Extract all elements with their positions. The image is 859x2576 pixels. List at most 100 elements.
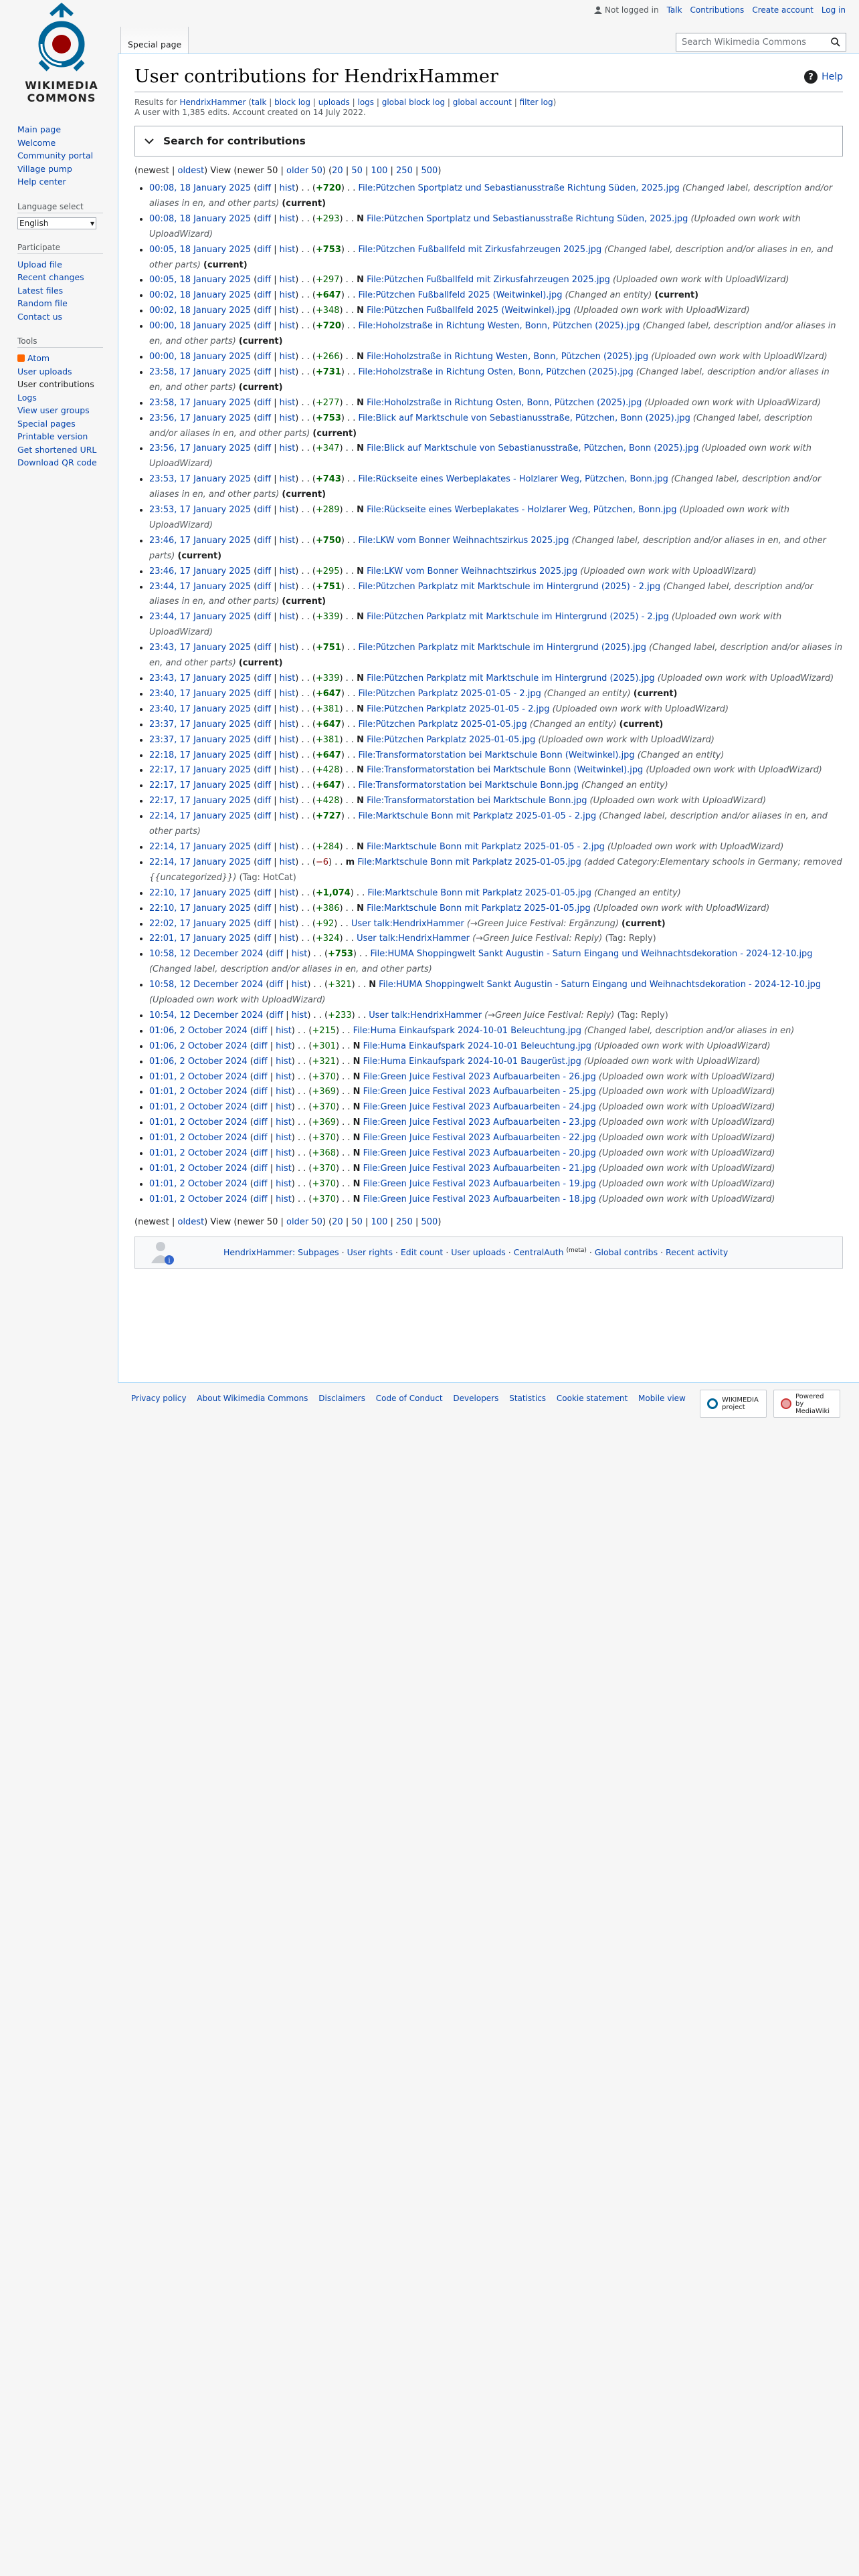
diff-link[interactable]: diff [257, 582, 271, 592]
diff-link[interactable]: diff [257, 321, 271, 331]
contribution-date-link[interactable]: 23:37, 17 January 2025 [149, 735, 251, 745]
diff-link[interactable]: diff [257, 443, 271, 453]
page-title-link[interactable]: File:HUMA Shoppingwelt Sankt Augustin - … [379, 980, 821, 990]
hist-link[interactable]: hist [276, 1026, 292, 1036]
contribution-date-link[interactable]: 01:01, 2 October 2024 [149, 1164, 248, 1174]
contribution-date-link[interactable]: 00:00, 18 January 2025 [149, 352, 251, 362]
page-title-link[interactable]: File:Transformatorstation bei Marktschul… [358, 780, 578, 790]
hist-link[interactable]: hist [280, 413, 296, 423]
page-title-link[interactable]: File:LKW vom Bonner Weihnachtszirkus 202… [367, 566, 577, 576]
contribution-date-link[interactable]: 23:37, 17 January 2025 [149, 720, 251, 730]
sidebar-item-latest-files[interactable]: Latest files [17, 286, 63, 296]
sidebar-item-main-page[interactable]: Main page [17, 124, 61, 134]
contribution-date-link[interactable]: 01:01, 2 October 2024 [149, 1133, 248, 1143]
contribution-date-link[interactable]: 01:01, 2 October 2024 [149, 1087, 248, 1097]
contribution-date-link[interactable]: 10:58, 12 December 2024 [149, 949, 263, 959]
contribution-date-link[interactable]: 00:02, 18 January 2025 [149, 306, 251, 316]
page-title-link[interactable]: File:Pützchen Sportplatz und Sebastianus… [367, 214, 688, 224]
hist-link[interactable]: hist [280, 689, 296, 699]
contribution-date-link[interactable]: 01:01, 2 October 2024 [149, 1148, 248, 1158]
page-title-link[interactable]: File:Pützchen Parkplatz 2025-01-05.jpg [358, 720, 527, 730]
diff-link[interactable]: diff [257, 643, 271, 653]
contribution-date-link[interactable]: 00:02, 18 January 2025 [149, 290, 251, 300]
diff-link[interactable]: diff [254, 1179, 268, 1189]
hist-link[interactable]: hist [292, 980, 308, 990]
page-title-link[interactable]: File:Marktschule Bonn mit Parkplatz 2025… [367, 842, 605, 852]
page-title-link[interactable]: User talk:HendrixHammer [369, 1010, 482, 1021]
diff-link[interactable]: diff [257, 474, 271, 484]
user-tool-subpages[interactable]: HendrixHammer: Subpages [223, 1247, 339, 1257]
user-tool-rights[interactable]: User rights [347, 1247, 393, 1257]
diff-link[interactable]: diff [257, 689, 271, 699]
limit-20[interactable]: 20 [332, 166, 343, 176]
page-title-link[interactable]: File:Hoholzstraße in Richtung Westen, Bo… [358, 321, 640, 331]
sidebar-item-shortened-url[interactable]: Get shortened URL [17, 445, 96, 455]
diff-link[interactable]: diff [254, 1133, 268, 1143]
limit-250[interactable]: 250 [396, 1217, 413, 1227]
hist-link[interactable]: hist [280, 214, 296, 224]
log-in-link[interactable]: Log in [822, 5, 846, 15]
hist-link[interactable]: hist [280, 919, 296, 929]
diff-link[interactable]: diff [254, 1072, 268, 1082]
sidebar-item-user-contributions[interactable]: User contributions [17, 379, 94, 389]
tab-special-page[interactable]: Special page [120, 27, 189, 53]
contribution-date-link[interactable]: 22:10, 17 January 2025 [149, 888, 251, 898]
hist-link[interactable]: hist [276, 1072, 292, 1082]
page-title-link[interactable]: File:Transformatorstation bei Marktschul… [367, 796, 587, 806]
diff-link[interactable]: diff [257, 245, 271, 255]
page-title-link[interactable]: File:Transformatorstation bei Marktschul… [358, 750, 634, 760]
contribution-date-link[interactable]: 22:17, 17 January 2025 [149, 796, 251, 806]
page-title-link[interactable]: File:Green Juice Festival 2023 Aufbauarb… [363, 1133, 596, 1143]
contribution-date-link[interactable]: 23:58, 17 January 2025 [149, 398, 251, 408]
page-title-link[interactable]: File:Huma Einkaufspark 2024-10-01 Beleuc… [363, 1041, 591, 1051]
diff-link[interactable]: diff [257, 398, 271, 408]
mediawiki-badge[interactable]: Powered by MediaWiki [773, 1390, 840, 1418]
contribution-date-link[interactable]: 22:18, 17 January 2025 [149, 750, 251, 760]
page-title-link[interactable]: File:Huma Einkaufspark 2024-10-01 Bauger… [363, 1057, 581, 1067]
contribution-date-link[interactable]: 23:43, 17 January 2025 [149, 673, 251, 683]
page-title-link[interactable]: File:Pützchen Parkplatz mit Marktschule … [358, 582, 660, 592]
hist-link[interactable]: hist [280, 306, 296, 316]
global-account-link[interactable]: global account [453, 98, 512, 107]
page-title-link[interactable]: File:Transformatorstation bei Marktschul… [367, 765, 643, 775]
diff-link[interactable]: diff [257, 811, 271, 821]
page-title-link[interactable]: File:Green Juice Festival 2023 Aufbauarb… [363, 1102, 596, 1112]
contribution-date-link[interactable]: 23:56, 17 January 2025 [149, 443, 251, 453]
page-title-link[interactable]: File:Marktschule Bonn mit Parkplatz 2025… [367, 888, 591, 898]
footer-cookie[interactable]: Cookie statement [557, 1394, 628, 1403]
older-link[interactable]: older 50 [286, 166, 322, 176]
create-account-link[interactable]: Create account [752, 5, 814, 15]
diff-link[interactable]: diff [257, 183, 271, 193]
hist-link[interactable]: hist [292, 949, 308, 959]
diff-link[interactable]: diff [257, 720, 271, 730]
user-link[interactable]: HendrixHammer [179, 98, 246, 107]
hist-link[interactable]: hist [276, 1194, 292, 1204]
diff-link[interactable]: diff [254, 1117, 268, 1128]
help-link[interactable]: ? Help [804, 70, 843, 84]
contribution-date-link[interactable]: 01:06, 2 October 2024 [149, 1041, 248, 1051]
oldest-link[interactable]: oldest [177, 1217, 204, 1227]
contribution-date-link[interactable]: 22:14, 17 January 2025 [149, 842, 251, 852]
hist-link[interactable]: hist [280, 888, 296, 898]
diff-link[interactable]: diff [257, 704, 271, 714]
hist-link[interactable]: hist [280, 842, 296, 852]
logs-link[interactable]: logs [357, 98, 374, 107]
hist-link[interactable]: hist [280, 474, 296, 484]
footer-developers[interactable]: Developers [453, 1394, 498, 1403]
page-title-link[interactable]: File:Pützchen Parkplatz 2025-01-05 - 2.j… [358, 689, 541, 699]
language-select[interactable]: English ▾ [17, 217, 96, 229]
sidebar-item-user-uploads[interactable]: User uploads [17, 366, 72, 377]
diff-link[interactable]: diff [257, 842, 271, 852]
footer-about[interactable]: About Wikimedia Commons [197, 1394, 308, 1403]
user-tool-edit-count[interactable]: Edit count [401, 1247, 443, 1257]
hist-link[interactable]: hist [280, 673, 296, 683]
diff-link[interactable]: diff [254, 1194, 268, 1204]
contribution-date-link[interactable]: 23:46, 17 January 2025 [149, 536, 251, 546]
hist-link[interactable]: hist [280, 321, 296, 331]
diff-link[interactable]: diff [254, 1102, 268, 1112]
page-title-link[interactable]: File:Pützchen Parkplatz 2025-01-05 - 2.j… [367, 704, 549, 714]
limit-50[interactable]: 50 [351, 1217, 363, 1227]
sidebar-item-community-portal[interactable]: Community portal [17, 150, 93, 160]
contribution-date-link[interactable]: 01:06, 2 October 2024 [149, 1026, 248, 1036]
hist-link[interactable]: hist [280, 566, 296, 576]
